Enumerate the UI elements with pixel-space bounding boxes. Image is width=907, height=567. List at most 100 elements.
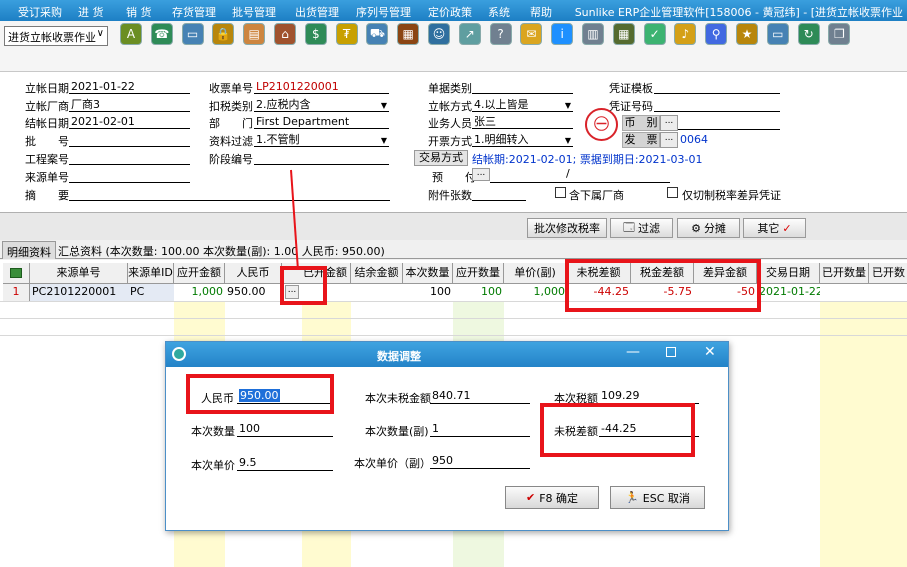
menu-pricing[interactable]: 定价政策 — [428, 4, 472, 20]
cell-rmb[interactable]: 950.00 — [225, 284, 282, 301]
row-number[interactable]: 1 — [3, 284, 30, 301]
field-summary[interactable] — [69, 187, 390, 201]
cell-unit-price[interactable]: 1,000 — [504, 284, 567, 301]
split-button[interactable]: ⚙ 分摊 — [677, 218, 740, 238]
dlg-field-rmb[interactable]: 950.00 — [237, 389, 333, 404]
clipboard-icon[interactable]: ▦ — [397, 23, 420, 45]
field-project-no[interactable] — [69, 151, 190, 165]
dlg-field-diff[interactable]: -44.25 — [599, 422, 699, 437]
dlg-field-untaxed[interactable]: 840.71 — [430, 389, 530, 404]
header-unit-price[interactable]: 单价(副) — [504, 263, 567, 284]
header-source-no[interactable]: 来源单号 — [30, 263, 128, 284]
cancel-button[interactable]: 🏃 ESC 取消 — [610, 486, 705, 509]
select-data-filter[interactable]: 1.不管制 — [254, 133, 389, 147]
tab-detail[interactable]: 明细资料 — [2, 241, 56, 259]
field-department[interactable]: First Department — [254, 115, 389, 129]
rmb-ellipsis-button[interactable]: ... — [285, 285, 299, 299]
field-receipt-no[interactable]: LP2101220001 — [254, 80, 389, 94]
header-balance-amt[interactable]: 结余金额 — [351, 263, 403, 284]
header-should-qty[interactable]: 应开数量 — [453, 263, 504, 284]
select-tax-type[interactable]: 2.应税内含 — [254, 98, 389, 112]
search-icon[interactable]: ⚲ — [705, 23, 728, 45]
field-attachments[interactable] — [472, 187, 526, 201]
field-prepay-1[interactable] — [490, 169, 572, 183]
mail-icon[interactable]: ✉ — [520, 23, 543, 45]
home-icon[interactable]: ⌂ — [274, 23, 296, 45]
chevron-down-icon[interactable]: ∨ — [97, 28, 104, 39]
menu-sales[interactable]: 销 货 — [126, 4, 152, 20]
header-opened-qty[interactable]: 已开数量 — [820, 263, 869, 284]
minimize-icon[interactable]: — — [626, 344, 640, 360]
medal-icon[interactable]: ★ — [736, 23, 758, 45]
field-invoice[interactable]: 0064 — [678, 133, 780, 147]
header-rmb[interactable]: 人民币 — [225, 263, 282, 284]
trade-method-button[interactable]: 交易方式 — [414, 150, 468, 166]
field-voucher-template[interactable] — [654, 80, 780, 94]
lock-icon[interactable]: 🔒 — [212, 23, 235, 45]
window-icon[interactable]: ❐ — [828, 23, 851, 45]
prepay-button[interactable]: ... — [472, 168, 490, 181]
briefcase-icon[interactable]: ▤ — [243, 23, 266, 45]
field-source-no[interactable] — [69, 169, 190, 183]
tab-summary[interactable]: 汇总资料 (本次数量: 100.00 本次数量(副): 1.00 人民币: 95… — [58, 243, 385, 259]
menu-inventory[interactable]: 存货管理 — [172, 4, 216, 20]
computer-icon[interactable]: ▭ — [181, 23, 204, 45]
field-prepay-2[interactable] — [572, 169, 670, 183]
menu-purchase[interactable]: 进 货 — [78, 4, 104, 20]
abc-icon[interactable]: A — [120, 23, 142, 45]
cell-untaxed-diff[interactable]: -44.25 — [567, 284, 631, 301]
menu-help[interactable]: 帮助 — [530, 4, 552, 20]
menu-batch[interactable]: 批号管理 — [232, 4, 276, 20]
cell-qty[interactable]: 100 — [403, 284, 453, 301]
header-untaxed-diff[interactable]: 未税差额 — [567, 263, 631, 284]
checkbox-sub-vendors[interactable] — [555, 187, 566, 198]
calculator-icon[interactable]: ▥ — [582, 23, 604, 45]
field-salesperson[interactable]: 张三 — [472, 115, 573, 129]
money-bag-icon[interactable]: ₮ — [335, 23, 358, 45]
header-diff-amt[interactable]: 差异金额 — [694, 263, 757, 284]
other-button[interactable]: 其它 ✓ — [743, 218, 806, 238]
field-account-date[interactable]: 2021-01-22 — [69, 80, 190, 94]
header-tax-diff[interactable]: 税金差额 — [631, 263, 694, 284]
header-trade-date[interactable]: 交易日期 — [757, 263, 820, 284]
cart-icon[interactable]: ⛟ — [366, 23, 389, 45]
field-currency[interactable] — [678, 116, 780, 130]
filter-button[interactable]: 🗔 过滤 — [610, 218, 673, 238]
select-account-method[interactable]: 4.以上皆是 — [472, 98, 573, 112]
users-icon[interactable]: ☺ — [428, 23, 450, 45]
header-opened-amt[interactable]: 已开金额 — [282, 263, 351, 284]
cell-should-amt[interactable]: 1,000 — [174, 284, 225, 301]
header-source-id[interactable]: 来源单ID — [128, 263, 174, 284]
select-invoice-method[interactable]: 1.明细转入 — [472, 133, 573, 147]
field-close-date[interactable]: 2021-02-01 — [69, 115, 190, 129]
cell-diff-amt[interactable]: -50 — [694, 284, 757, 301]
dollar-icon[interactable]: $ — [304, 23, 327, 45]
grid-icon[interactable]: ▦ — [612, 23, 635, 45]
cell-should-qty[interactable]: 100 — [453, 284, 504, 301]
grid-corner-icon[interactable] — [3, 263, 30, 284]
header-should-amt[interactable]: 应开金额 — [174, 263, 225, 284]
dlg-field-price[interactable]: 9.5 — [237, 456, 333, 471]
help-icon[interactable]: ? — [489, 23, 512, 45]
close-icon[interactable]: ✕ — [704, 344, 716, 360]
field-vendor[interactable]: 厂商3 — [69, 98, 190, 112]
maximize-icon[interactable] — [666, 347, 676, 357]
batch-tax-button[interactable]: 批次修改税率 — [527, 218, 607, 238]
info-icon[interactable]: i — [551, 23, 574, 45]
cell-source-id[interactable]: PC — [128, 284, 174, 301]
menu-purchase-order[interactable]: 受订采购 — [18, 4, 62, 20]
dlg-field-qty[interactable]: 100 — [237, 422, 333, 437]
header-qty[interactable]: 本次数量 — [403, 263, 453, 284]
menu-shipping[interactable]: 出货管理 — [295, 4, 339, 20]
ok-button[interactable]: ✔ F8 确定 — [505, 486, 599, 509]
bell-icon[interactable]: ♪ — [674, 23, 697, 45]
phone-icon[interactable]: ☎ — [150, 23, 173, 45]
invoice-button[interactable]: ... — [660, 132, 678, 148]
field-doc-type[interactable] — [472, 80, 573, 94]
menu-serial[interactable]: 序列号管理 — [356, 4, 411, 20]
currency-button[interactable]: ... — [660, 115, 678, 131]
refresh-icon[interactable]: ↻ — [797, 23, 820, 45]
arrow-icon[interactable]: ↗ — [458, 23, 481, 45]
cell-trade-date[interactable]: 2021-01-22 — [757, 284, 820, 301]
module-select[interactable]: 进货立帐收票作业 ∨ — [4, 26, 108, 46]
